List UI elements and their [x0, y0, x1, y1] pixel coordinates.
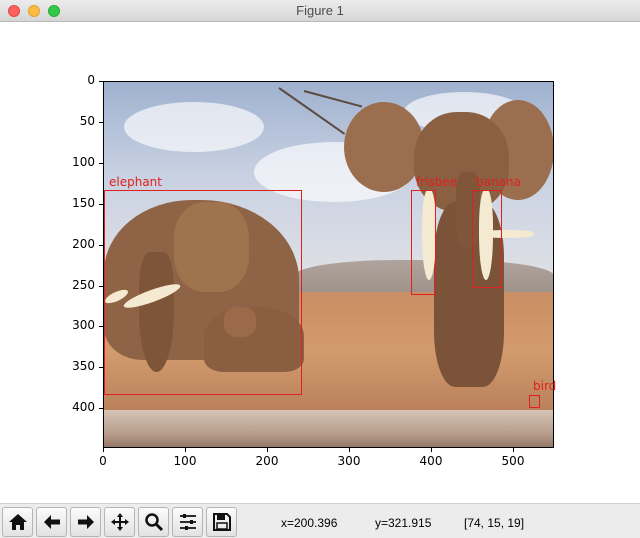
y-tick-mark [99, 326, 103, 328]
x-tick-mark [513, 448, 514, 452]
y-tick-mark [99, 408, 103, 410]
y-tick-label: 250 [72, 277, 95, 292]
detection-box-banana [472, 190, 502, 288]
figure-canvas[interactable]: elephant frisbee banana bird 0 50 100 150 20… [0, 23, 640, 503]
arrow-right-icon [77, 515, 94, 529]
status-x-coordinate: x=200.396 [281, 516, 338, 530]
x-tick-mark [185, 448, 186, 452]
arrow-left-icon [43, 515, 60, 529]
title-bar[interactable]: Figure 1 [0, 0, 640, 22]
detection-box-frisbee [411, 190, 436, 295]
y-tick-label: 300 [72, 318, 95, 333]
x-tick-mark [103, 448, 104, 452]
status-y-coordinate: y=321.915 [375, 516, 432, 530]
x-tick-label: 300 [337, 454, 361, 468]
home-icon [8, 514, 27, 530]
detection-label-frisbee: frisbee [416, 175, 458, 189]
home-button[interactable] [2, 507, 33, 537]
y-tick-mark [99, 367, 103, 369]
photo-cloud [124, 102, 264, 152]
navigation-toolbar: x=200.396 y=321.915 [74, 15, 19] [0, 503, 640, 538]
y-tick-label: 50 [79, 113, 95, 128]
x-tick-label: 400 [419, 454, 443, 468]
magnifier-icon [144, 513, 163, 532]
window-title: Figure 1 [296, 3, 344, 18]
photo-water [104, 410, 553, 447]
x-tick-mark [431, 448, 432, 452]
y-tick-mark [99, 162, 103, 164]
sliders-icon [179, 514, 196, 530]
pan-button[interactable] [104, 507, 135, 537]
save-button[interactable] [206, 507, 237, 537]
configure-subplots-button[interactable] [172, 507, 203, 537]
detection-box-bird [529, 395, 540, 408]
status-pixel-value: [74, 15, 19] [464, 516, 525, 530]
y-tick-label: 400 [72, 400, 95, 415]
x-tick-label: 500 [501, 454, 525, 468]
figure-window: Figure 1 elephant frisbee banana bird 0 … [0, 0, 640, 538]
y-tick-mark [99, 121, 103, 123]
forward-button[interactable] [70, 507, 101, 537]
x-tick-mark [267, 448, 268, 452]
y-tick-label: 100 [72, 154, 95, 169]
back-button[interactable] [36, 507, 67, 537]
detection-label-elephant: elephant [109, 175, 162, 189]
y-tick-mark [99, 203, 103, 205]
move-icon [110, 513, 129, 531]
zoom-button[interactable] [138, 507, 169, 537]
floppy-icon [212, 513, 231, 531]
x-tick-mark [349, 448, 350, 452]
y-tick-label: 0 [87, 73, 95, 87]
y-tick-label: 200 [72, 236, 95, 251]
y-tick-label: 350 [72, 359, 95, 374]
y-tick-label: 150 [72, 195, 95, 210]
y-tick-mark [99, 81, 103, 82]
photo-elephant-right-ear-left [344, 102, 424, 192]
x-tick-label: 100 [173, 454, 197, 468]
detection-box-elephant [104, 190, 302, 395]
detection-label-bird: bird [533, 379, 557, 393]
y-tick-mark [99, 244, 103, 246]
y-tick-mark [99, 285, 103, 287]
detection-label-banana: banana [476, 175, 521, 189]
x-tick-label: 0 [99, 454, 107, 468]
x-tick-label: 200 [255, 454, 279, 468]
